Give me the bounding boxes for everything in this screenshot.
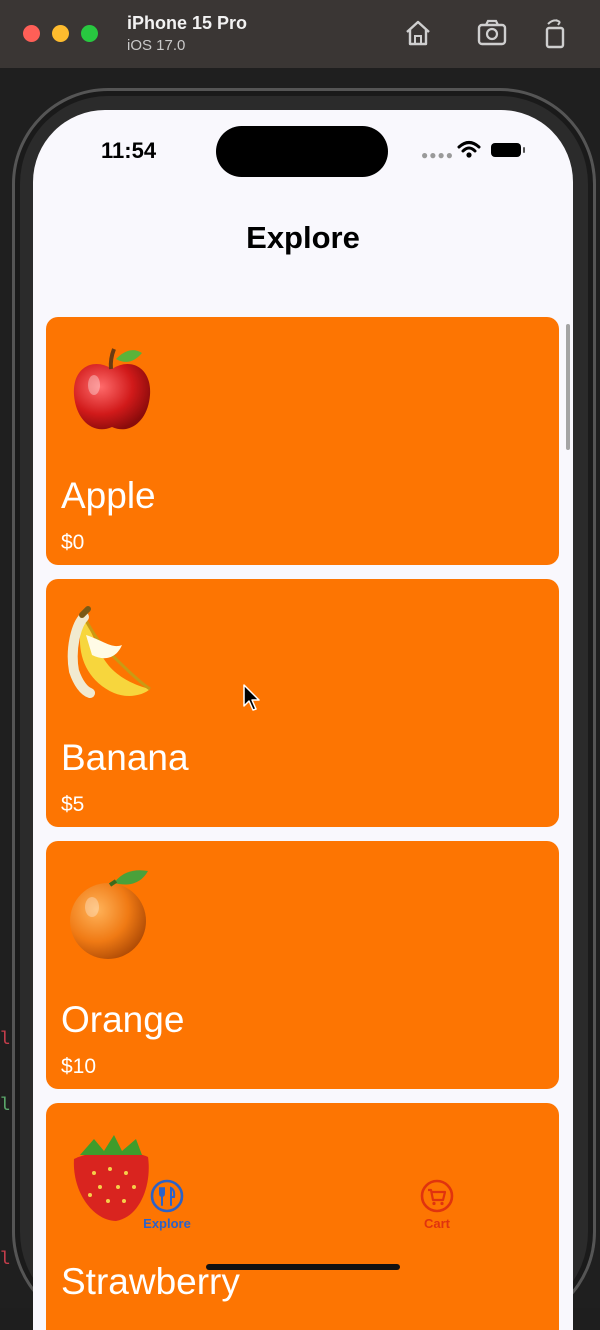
- fork-knife-icon: [150, 1179, 184, 1213]
- close-window-button[interactable]: [23, 25, 40, 42]
- status-time: 11:54: [101, 138, 157, 163]
- device-name: iPhone 15 Pro: [127, 13, 248, 33]
- tab-bar: Explore Cart: [33, 1175, 573, 1255]
- product-price: $10: [61, 1055, 97, 1078]
- app-screen: 11:54 ●●●● Explore Apple $0 Banana $5 Or…: [33, 110, 573, 1330]
- mouse-cursor-icon: [243, 684, 260, 711]
- product-name: Banana: [61, 737, 189, 778]
- banana-icon: [67, 606, 151, 698]
- product-card-orange[interactable]: Orange $10: [46, 841, 559, 1089]
- product-price: $5: [61, 793, 85, 816]
- code-fragment: l: [0, 1094, 11, 1115]
- code-fragment: l: [0, 1028, 11, 1049]
- signal-icon: ●●●●: [421, 148, 454, 162]
- os-version: iOS 17.0: [127, 37, 186, 54]
- wifi-icon: [457, 141, 481, 158]
- tab-label: Explore: [143, 1216, 191, 1231]
- tab-cart[interactable]: Cart: [392, 1175, 482, 1233]
- minimize-window-button[interactable]: [52, 25, 69, 42]
- status-icons: ●●●●: [421, 140, 531, 162]
- code-fragment: l: [0, 1248, 11, 1269]
- simulator-titlebar: iPhone 15 Pro iOS 17.0: [0, 0, 600, 69]
- zoom-window-button[interactable]: [81, 25, 98, 42]
- scroll-indicator[interactable]: [566, 324, 570, 450]
- page-title: Explore: [246, 220, 360, 255]
- cart-icon: [420, 1179, 454, 1213]
- apple-icon: [73, 348, 151, 430]
- battery-icon: [491, 143, 525, 157]
- orange-icon: [70, 870, 148, 959]
- product-price: $0: [61, 531, 85, 554]
- tab-label: Cart: [423, 1216, 450, 1231]
- home-icon[interactable]: [401, 16, 435, 50]
- product-card-apple[interactable]: Apple $0: [46, 317, 559, 565]
- screenshot-icon[interactable]: [475, 16, 509, 50]
- rotate-icon[interactable]: [538, 16, 572, 50]
- product-name: Apple: [61, 475, 156, 516]
- tab-explore[interactable]: Explore: [122, 1175, 212, 1233]
- dynamic-island: [216, 126, 388, 177]
- product-name: Orange: [61, 999, 185, 1040]
- home-indicator: [206, 1264, 400, 1270]
- product-card-banana[interactable]: Banana $5: [46, 579, 559, 827]
